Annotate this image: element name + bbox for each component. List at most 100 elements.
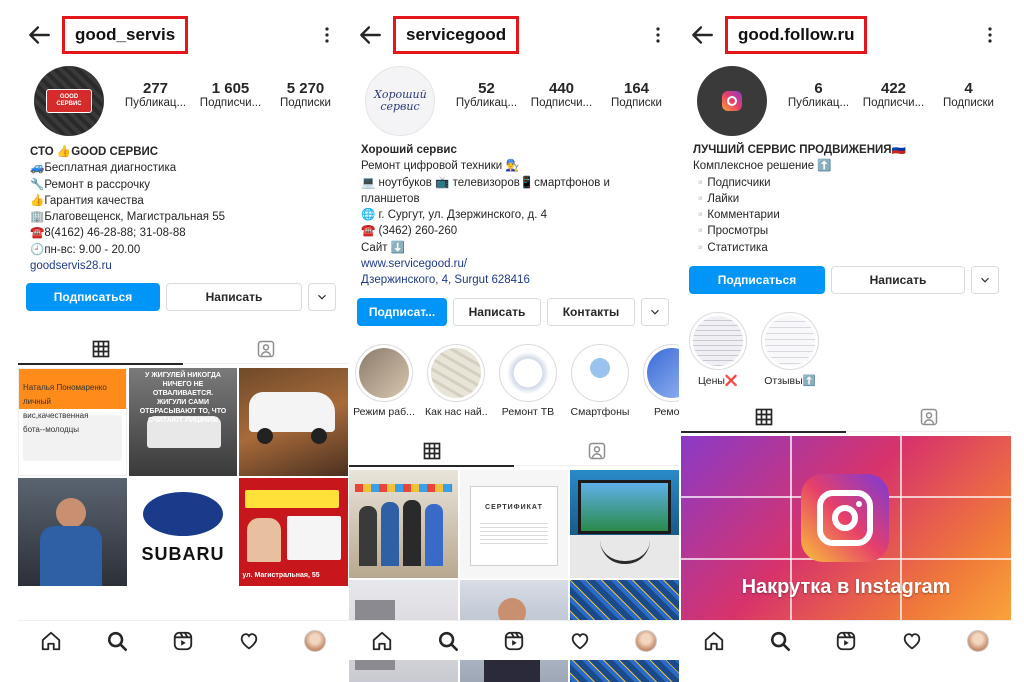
post-banner[interactable]: Накрутка в Instagram	[681, 436, 1011, 620]
followers-count[interactable]: 422 Подписчи...	[856, 80, 931, 109]
tagged-icon	[587, 441, 607, 461]
avatar[interactable]: Хороший сервис	[365, 66, 435, 136]
avatar[interactable]	[697, 66, 767, 136]
back-arrow-icon[interactable]	[357, 22, 383, 48]
post-text: СЕРТИФИКАТ	[485, 504, 543, 511]
profile-bio: СТО 👍GOOD СЕРВИС 🚙Бесплатная диагностика…	[30, 144, 340, 274]
following-count[interactable]: 164 Подписки	[599, 80, 674, 109]
grid-icon	[422, 441, 442, 461]
back-arrow-icon[interactable]	[26, 22, 52, 48]
instagram-logo-icon	[801, 474, 889, 562]
reels-icon[interactable]	[172, 630, 194, 652]
highlight-item[interactable]: Отзывы⬆️	[759, 312, 821, 387]
tab-posts-grid[interactable]	[349, 436, 514, 467]
bio-line: 🕘пн-вс: 9.00 - 20.00	[30, 243, 141, 256]
posts-label: Публикац...	[455, 97, 518, 109]
posts-label: Публикац...	[787, 97, 850, 109]
website-link[interactable]: www.servicegood.ru/	[361, 256, 671, 272]
follow-button[interactable]: Подписаться	[26, 283, 160, 311]
tab-tagged[interactable]	[846, 402, 1011, 432]
bio-line: ▫️Просмотры	[693, 225, 769, 238]
top-bar: servicegood	[349, 14, 679, 58]
followers-count[interactable]: 1 605 Подписчи...	[193, 80, 268, 109]
profile-panel-good-servis: good_servis GOOD СЕРВИС 277 Публикац... …	[18, 0, 348, 682]
followers-label: Подписчи...	[199, 97, 262, 109]
search-icon[interactable]	[106, 630, 128, 652]
profile-avatar-icon[interactable]	[304, 629, 326, 652]
post-thumbnail[interactable]: У ЖИГУЛЕЙ НИКОГДА НИЧЕГО НЕ ОТВАЛИВАЕТСЯ…	[128, 368, 238, 476]
bio-line: ☎️ (3462) 260-260	[361, 225, 458, 238]
tab-posts-grid[interactable]	[681, 402, 846, 433]
search-icon[interactable]	[769, 630, 791, 652]
profile-avatar-icon[interactable]	[967, 629, 989, 652]
tab-tagged[interactable]	[514, 436, 679, 466]
suggestions-button[interactable]	[971, 266, 999, 294]
followers-count[interactable]: 440 Подписчи...	[524, 80, 599, 109]
instagram-logo-icon	[722, 91, 742, 111]
top-bar: good_servis	[18, 14, 348, 58]
post-thumbnail[interactable]	[239, 368, 348, 476]
message-button[interactable]: Написать	[453, 298, 541, 326]
home-icon[interactable]	[40, 630, 62, 652]
contacts-button[interactable]: Контакты	[547, 298, 635, 326]
message-button[interactable]: Написать	[831, 266, 965, 294]
chevron-down-icon	[648, 305, 662, 319]
post-thumbnail[interactable]	[349, 470, 458, 578]
highlight-item[interactable]: Смартфоны	[569, 344, 631, 418]
post-thumbnail[interactable]	[18, 478, 127, 586]
reels-icon[interactable]	[835, 630, 857, 652]
more-vertical-icon[interactable]	[324, 26, 330, 44]
tab-tagged[interactable]	[183, 334, 348, 364]
back-arrow-icon[interactable]	[689, 22, 715, 48]
following-count[interactable]: 5 270 Подписки	[268, 80, 343, 109]
post-thumbnail[interactable]	[570, 470, 679, 578]
profile-tabs	[681, 402, 1011, 433]
heart-icon[interactable]	[238, 630, 260, 652]
profile-bio: ЛУЧШИЙ СЕРВИС ПРОДВИЖЕНИЯ🇷🇺 Комплексное …	[693, 142, 1003, 256]
home-icon[interactable]	[371, 630, 393, 652]
followers-value: 1 605	[211, 80, 250, 97]
posts-value: 277	[142, 80, 169, 97]
reels-icon[interactable]	[503, 630, 525, 652]
posts-count[interactable]: 6 Публикац...	[781, 80, 856, 109]
follow-button[interactable]: Подписат...	[357, 298, 447, 326]
post-thumbnail[interactable]: СЕРТИФИКАТ	[459, 470, 569, 578]
bio-line: 💻 ноутбуков 📺 телевизоров📱смартфонов и	[361, 176, 610, 189]
suggestions-button[interactable]	[308, 283, 336, 311]
profile-avatar-icon[interactable]	[635, 629, 657, 652]
bottom-navigation	[681, 620, 1011, 660]
more-vertical-icon[interactable]	[987, 26, 993, 44]
home-icon[interactable]	[703, 630, 725, 652]
post-thumbnail[interactable]: ул. Магистральная, 55	[239, 478, 348, 586]
highlight-item[interactable]: Как нас най...	[425, 344, 487, 418]
heart-icon[interactable]	[901, 630, 923, 652]
address-link[interactable]: Дзержинского, 4, Surgut 628416	[361, 272, 671, 288]
following-label: Подписки	[280, 97, 331, 109]
username: servicegood	[406, 25, 507, 44]
bottom-navigation	[349, 620, 679, 660]
highlight-label: Цены❌	[697, 375, 739, 387]
search-icon[interactable]	[437, 630, 459, 652]
post-thumbnail[interactable]: Наталья Пономаренко личный вис,качествен…	[18, 368, 127, 476]
posts-count[interactable]: 52 Публикац...	[449, 80, 524, 109]
highlight-item[interactable]: Цены❌	[687, 312, 749, 387]
suggestions-button[interactable]	[641, 298, 669, 326]
highlight-item[interactable]: Ремонт	[641, 344, 679, 418]
heart-icon[interactable]	[569, 630, 591, 652]
post-thumbnail[interactable]: SUBARU	[128, 478, 238, 586]
tab-posts-grid[interactable]	[18, 334, 183, 365]
posts-count[interactable]: 277 Публикац...	[118, 80, 193, 109]
following-value: 164	[623, 80, 650, 97]
message-button[interactable]: Написать	[166, 283, 302, 311]
avatar[interactable]: GOOD СЕРВИС	[34, 66, 104, 136]
more-vertical-icon[interactable]	[655, 26, 661, 44]
chevron-down-icon	[315, 290, 329, 304]
highlight-item[interactable]: Режим раб...	[353, 344, 415, 418]
bio-line: 👍Гарантия качества	[30, 194, 144, 207]
follow-button[interactable]: Подписаться	[689, 266, 825, 294]
highlight-item[interactable]: Ремонт ТВ	[497, 344, 559, 418]
following-count[interactable]: 4 Подписки	[931, 80, 1006, 109]
profile-tabs	[349, 436, 679, 467]
website-link[interactable]: goodservis28.ru	[30, 258, 340, 274]
highlight-label: Ремонт	[653, 406, 679, 418]
